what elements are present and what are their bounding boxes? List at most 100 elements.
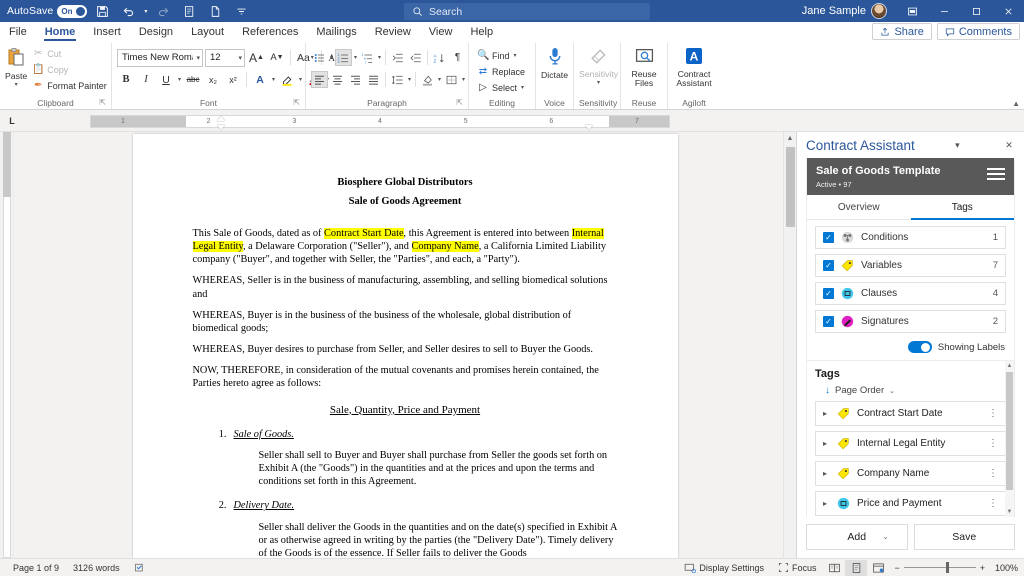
pane-close-button[interactable]: ✕ xyxy=(1000,136,1018,154)
undo-dropdown-icon[interactable]: ▾ xyxy=(143,8,148,15)
tag-list-item[interactable]: ▸ Price and Payment ⋮ xyxy=(815,491,1006,516)
cut-button[interactable]: ✂ Cut xyxy=(29,46,110,61)
proofing-status-icon[interactable] xyxy=(127,562,153,574)
pane-options-icon[interactable]: ▾ xyxy=(948,136,966,154)
comments-button[interactable]: Comments xyxy=(937,23,1020,40)
save-icon[interactable] xyxy=(91,1,113,21)
checkbox-signatures[interactable]: ✓ xyxy=(823,316,834,327)
tab-layout[interactable]: Layout xyxy=(182,22,233,42)
text-effects-dropdown-icon[interactable]: ▾ xyxy=(271,76,276,83)
underline-button[interactable]: U xyxy=(157,71,175,89)
pane-scroll-down-icon[interactable]: ▼ xyxy=(1005,507,1014,517)
text-effects-button[interactable]: A xyxy=(251,71,269,89)
dictate-button[interactable]: Dictate xyxy=(541,45,568,80)
sort-control[interactable]: ↓ Page Order ⌄ xyxy=(815,383,1006,401)
tab-file[interactable]: File xyxy=(0,22,36,42)
zoom-level[interactable]: 100% xyxy=(990,563,1018,573)
borders-dropdown-icon[interactable]: ▾ xyxy=(461,76,466,83)
strikethrough-button[interactable]: abc xyxy=(184,71,202,89)
copy-button[interactable]: 📋 Copy xyxy=(29,62,110,77)
sort-button[interactable]: AZ xyxy=(431,49,448,66)
bullets-dropdown-icon[interactable]: ▾ xyxy=(329,54,334,61)
tag-overflow-menu-icon[interactable]: ⋮ xyxy=(988,468,998,479)
decrease-indent-button[interactable] xyxy=(389,49,406,66)
expand-chevron-icon[interactable]: ▸ xyxy=(823,469,830,478)
expand-chevron-icon[interactable]: ▸ xyxy=(823,409,830,418)
align-right-button[interactable] xyxy=(347,71,364,88)
tab-mailings[interactable]: Mailings xyxy=(307,22,365,42)
customize-quick-access-icon[interactable] xyxy=(230,1,252,21)
expand-chevron-icon[interactable]: ▸ xyxy=(823,439,830,448)
italic-button[interactable]: I xyxy=(137,71,155,89)
tab-overview[interactable]: Overview xyxy=(807,195,911,219)
format-painter-button[interactable]: ✒ Format Painter xyxy=(29,78,110,93)
multilevel-dropdown-icon[interactable]: ▾ xyxy=(377,54,382,61)
select-button[interactable]: ▷ Select ▾ xyxy=(474,80,528,95)
tab-tags[interactable]: Tags xyxy=(911,195,1015,219)
font-name-dropdown-icon[interactable]: ▾ xyxy=(193,54,200,62)
hamburger-menu-icon[interactable] xyxy=(987,165,1005,183)
paste-dropdown-icon[interactable]: ▾ xyxy=(14,82,19,88)
tab-review[interactable]: Review xyxy=(366,22,420,42)
bold-button[interactable]: B xyxy=(117,71,135,89)
numbering-dropdown-icon[interactable]: ▾ xyxy=(353,54,358,61)
filter-conditions[interactable]: ✓ Conditions 1 xyxy=(815,226,1006,249)
share-button[interactable]: Share xyxy=(872,23,931,40)
sensitivity-button[interactable]: Sensitivity ▾ xyxy=(579,45,618,86)
borders-button[interactable] xyxy=(443,71,460,88)
hanging-indent-marker[interactable] xyxy=(217,125,225,130)
horizontal-ruler[interactable]: 1 2 3 4 5 6 7 xyxy=(90,115,670,128)
tag-overflow-menu-icon[interactable]: ⋮ xyxy=(988,408,998,419)
font-dialog-launcher[interactable]: ⇱ xyxy=(293,97,300,109)
tag-list-item[interactable]: ▸ Internal Legal Entity ⋮ xyxy=(815,431,1006,456)
bullets-button[interactable] xyxy=(311,49,328,66)
pane-scroll-thumb[interactable] xyxy=(1006,372,1013,490)
reuse-files-button[interactable]: Reuse Files xyxy=(626,45,662,88)
filter-variables[interactable]: ✓ Variables 7 xyxy=(815,254,1006,277)
clipboard-dialog-launcher[interactable]: ⇱ xyxy=(99,97,106,109)
add-button[interactable]: Add ⌄ xyxy=(806,524,908,550)
zoom-out-button[interactable]: − xyxy=(894,563,899,573)
tab-references[interactable]: References xyxy=(233,22,307,42)
tab-home[interactable]: Home xyxy=(36,22,85,42)
font-size-input[interactable]: 12 ▾ xyxy=(205,49,245,67)
ribbon-display-options-button[interactable] xyxy=(896,0,928,22)
checkbox-conditions[interactable]: ✓ xyxy=(823,232,834,243)
line-spacing-dropdown-icon[interactable]: ▾ xyxy=(407,76,412,83)
zoom-track[interactable] xyxy=(904,567,976,568)
checkbox-variables[interactable]: ✓ xyxy=(823,260,834,271)
filter-clauses[interactable]: ✓ Clauses 4 xyxy=(815,282,1006,305)
underline-dropdown-icon[interactable]: ▾ xyxy=(177,76,182,83)
close-button[interactable] xyxy=(992,0,1024,22)
tab-insert[interactable]: Insert xyxy=(84,22,130,42)
restore-button[interactable] xyxy=(960,0,992,22)
showing-labels-toggle[interactable] xyxy=(908,341,932,353)
tab-design[interactable]: Design xyxy=(130,22,182,42)
undo-icon[interactable] xyxy=(117,1,139,21)
zoom-knob[interactable] xyxy=(946,562,949,573)
zoom-slider[interactable]: − + xyxy=(894,563,985,573)
tab-help[interactable]: Help xyxy=(461,22,502,42)
avatar[interactable] xyxy=(871,3,887,19)
tag-list-item[interactable]: ▸ Contract Start Date ⋮ xyxy=(815,401,1006,426)
expand-chevron-icon[interactable]: ▸ xyxy=(823,499,830,508)
document-page[interactable]: Biosphere Global Distributors Sale of Go… xyxy=(133,134,678,558)
search-box[interactable]: Search xyxy=(404,3,650,20)
tag-overflow-menu-icon[interactable]: ⋮ xyxy=(988,498,998,509)
find-dropdown-icon[interactable]: ▾ xyxy=(513,52,518,59)
font-size-dropdown-icon[interactable]: ▾ xyxy=(235,54,242,62)
grow-font-button[interactable]: A▲ xyxy=(247,49,266,67)
numbering-button[interactable]: 123 xyxy=(335,49,352,66)
autosave-toggle[interactable]: On xyxy=(57,5,87,18)
collapse-ribbon-icon[interactable]: ▲ xyxy=(1012,99,1020,108)
shading-button[interactable] xyxy=(419,71,436,88)
superscript-button[interactable]: x² xyxy=(224,71,242,89)
subscript-button[interactable]: x₂ xyxy=(204,71,222,89)
paragraph-dialog-launcher[interactable]: ⇱ xyxy=(456,97,463,109)
read-mode-button[interactable] xyxy=(823,560,845,576)
word-count[interactable]: 3126 words xyxy=(66,563,127,573)
increase-indent-button[interactable] xyxy=(407,49,424,66)
filter-signatures[interactable]: ✓ Signatures 2 xyxy=(815,310,1006,333)
pane-scroll-up-icon[interactable]: ▲ xyxy=(1005,361,1014,371)
tab-stop-selector[interactable]: L xyxy=(3,112,21,130)
